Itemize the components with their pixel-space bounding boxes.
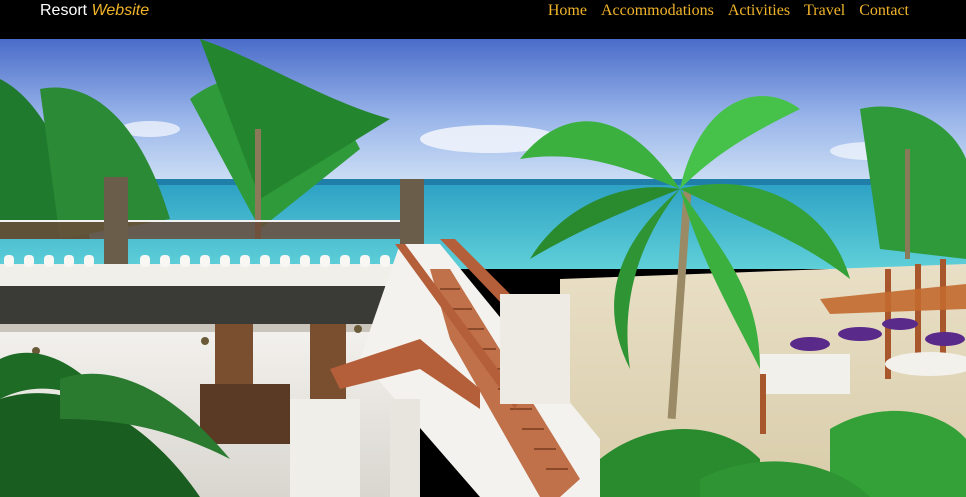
hero-image [0,39,966,497]
nav-link-travel[interactable]: Travel [804,2,845,20]
brand-name: Resort [40,2,88,19]
resort-photo [0,39,966,497]
nav-link-activities[interactable]: Activities [728,2,790,20]
nav-link-contact[interactable]: Contact [859,2,909,20]
nav-link-accommodations[interactable]: Accommodations [601,2,714,20]
brand-accent: Website [91,2,150,19]
nav-link-home[interactable]: Home [548,2,587,20]
site-logo[interactable]: Resort Website [40,2,149,20]
top-navigation-bar: Resort Website Home Accommodations Activ… [0,0,966,39]
main-nav: Home Accommodations Activities Travel Co… [548,2,909,20]
